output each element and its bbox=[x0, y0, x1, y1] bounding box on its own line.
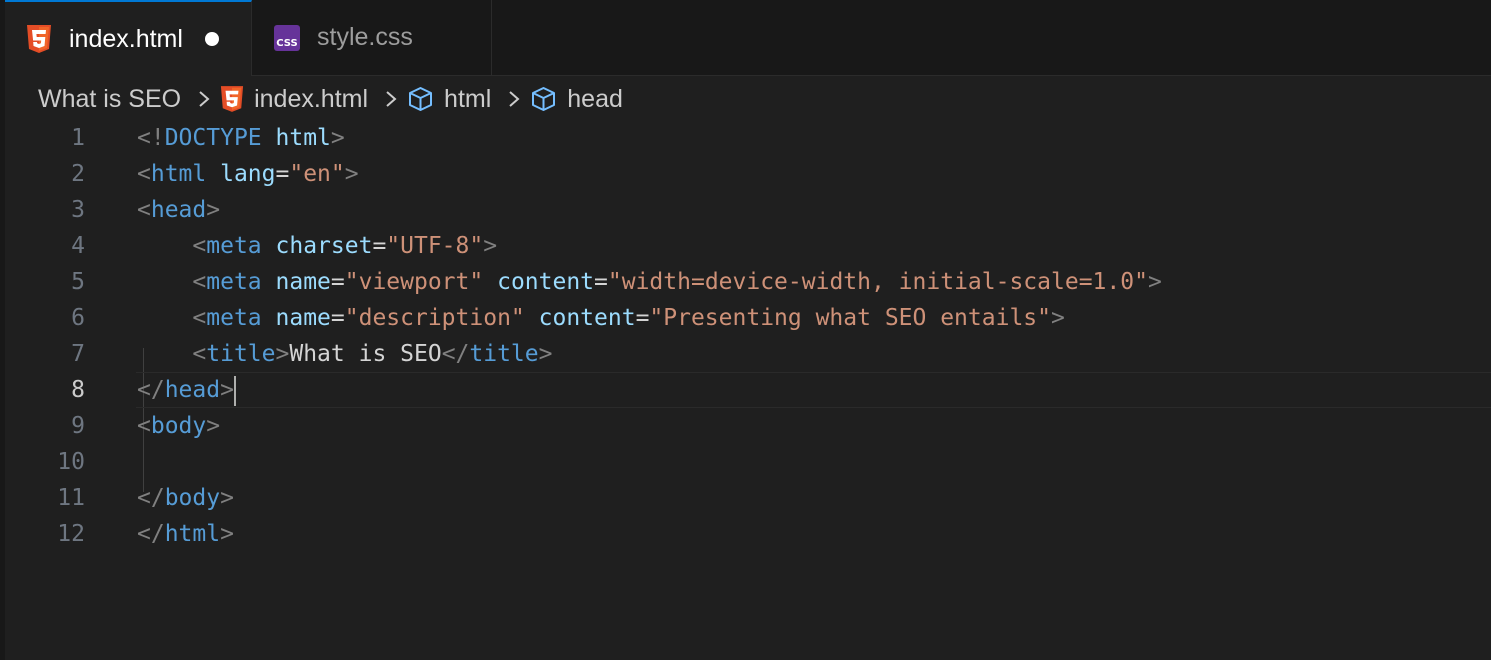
line-number: 1 bbox=[71, 125, 85, 151]
code-text: </html> bbox=[137, 521, 234, 547]
code-text: </body> bbox=[137, 485, 234, 511]
current-line-highlight bbox=[136, 372, 1491, 408]
breadcrumb-symbol-head[interactable]: head bbox=[567, 85, 623, 114]
css-icon: CSS bbox=[274, 24, 300, 51]
html5-icon bbox=[27, 25, 51, 53]
code-text: <meta charset="UTF-8"> bbox=[192, 233, 498, 259]
code-editor[interactable]: 1 <!DOCTYPE html> 2 <html lang="en"> 3 <head>… bbox=[5, 120, 1491, 660]
code-line[interactable]: 5 <meta name="viewport" content="width=d… bbox=[5, 264, 1491, 300]
breadcrumb-symbol-html[interactable]: html bbox=[444, 85, 491, 114]
tab-style-css[interactable]: CSS style.css bbox=[252, 0, 492, 75]
cube-symbol-icon bbox=[409, 87, 433, 111]
line-number: 5 bbox=[71, 269, 85, 295]
breadcrumb-folder[interactable]: What is SEO bbox=[38, 85, 181, 114]
tab-label: index.html bbox=[69, 24, 183, 53]
code-line[interactable]: 6 <meta name="description" content="Pres… bbox=[5, 300, 1491, 336]
cube-symbol-icon bbox=[532, 87, 556, 111]
code-line[interactable]: 10 bbox=[5, 444, 1491, 480]
html5-icon bbox=[221, 86, 244, 112]
code-line[interactable]: 7 <title>What is SEO</title> bbox=[5, 336, 1491, 372]
code-text: <meta name="viewport" content="width=dev… bbox=[192, 269, 1162, 295]
code-line[interactable]: 12 </html> bbox=[5, 516, 1491, 552]
unsaved-dot-icon[interactable] bbox=[204, 32, 219, 46]
code-text: <body> bbox=[137, 413, 221, 439]
line-number: 11 bbox=[57, 485, 85, 511]
code-text: <meta name="description" content="Presen… bbox=[192, 305, 1065, 331]
breadcrumb: What is SEO index.html html head bbox=[38, 80, 623, 118]
line-number: 4 bbox=[71, 233, 85, 259]
breadcrumb-file[interactable]: index.html bbox=[254, 85, 368, 114]
chevron-right-icon bbox=[199, 91, 210, 107]
line-number: 10 bbox=[57, 449, 85, 475]
line-number: 3 bbox=[71, 197, 85, 223]
code-text: </head> bbox=[137, 372, 236, 408]
code-line[interactable]: 8 </head> bbox=[5, 372, 1491, 408]
line-number: 12 bbox=[57, 521, 85, 547]
line-number: 7 bbox=[71, 341, 85, 367]
code-text: <!DOCTYPE html> bbox=[137, 125, 345, 151]
code-text: <html lang="en"> bbox=[137, 161, 359, 187]
svg-text:CSS: CSS bbox=[276, 38, 297, 49]
code-line[interactable]: 11 </body> bbox=[5, 480, 1491, 516]
line-number: 9 bbox=[71, 413, 85, 439]
code-line[interactable]: 4 <meta charset="UTF-8"> bbox=[5, 228, 1491, 264]
tab-bar: index.html CSS style.css bbox=[5, 0, 1491, 76]
code-line[interactable]: 2 <html lang="en"> bbox=[5, 156, 1491, 192]
chevron-right-icon bbox=[386, 91, 397, 107]
code-line[interactable]: 9 <body> bbox=[5, 408, 1491, 444]
code-line[interactable]: 3 <head> bbox=[5, 192, 1491, 228]
line-number: 2 bbox=[71, 161, 85, 187]
code-text: <head> bbox=[137, 197, 221, 223]
code-text: <title>What is SEO</title> bbox=[192, 341, 553, 367]
tab-label: style.css bbox=[317, 23, 413, 51]
line-number: 8 bbox=[71, 377, 85, 403]
line-number: 6 bbox=[71, 305, 85, 331]
code-line[interactable]: 1 <!DOCTYPE html> bbox=[5, 120, 1491, 156]
tab-index-html[interactable]: index.html bbox=[5, 0, 252, 76]
text-cursor bbox=[233, 375, 236, 406]
chevron-right-icon bbox=[509, 91, 520, 107]
